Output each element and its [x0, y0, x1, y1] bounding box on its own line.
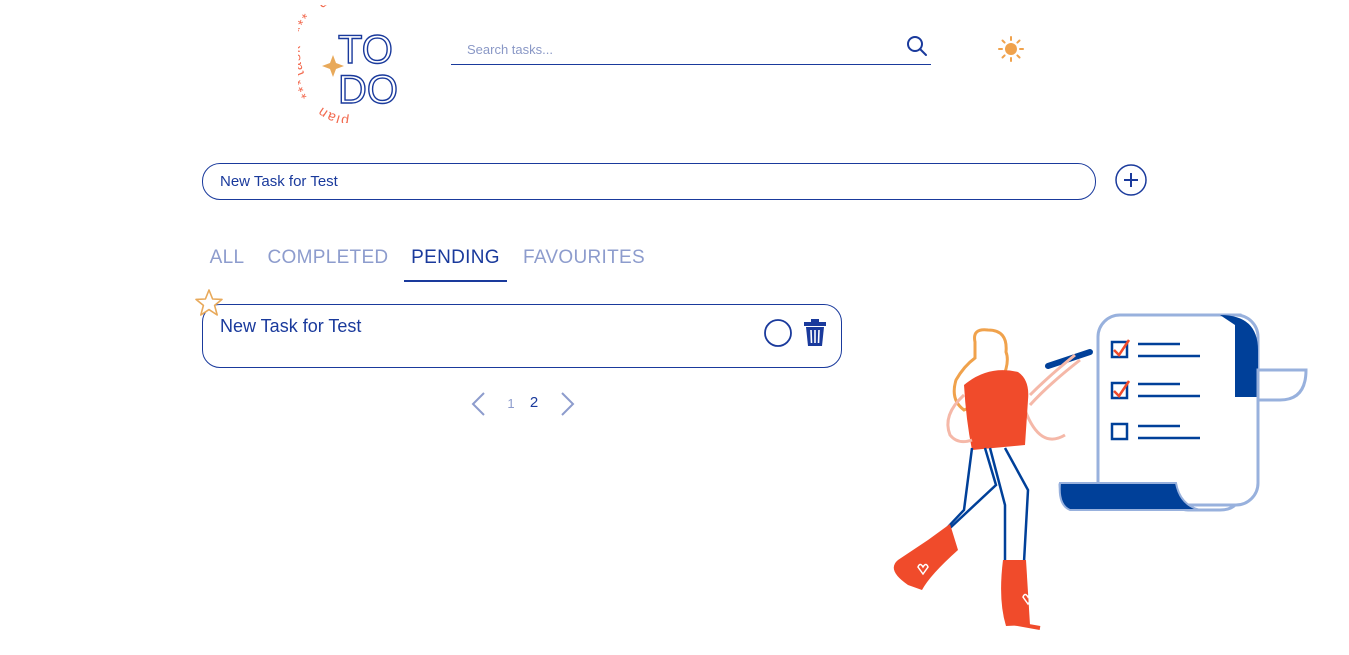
sun-icon[interactable] — [997, 35, 1025, 63]
trash-icon — [804, 319, 826, 346]
delete-task-button[interactable] — [802, 318, 828, 348]
tab-favourites[interactable]: FAVOURITES — [516, 246, 652, 280]
page-2-button[interactable]: 2 — [527, 394, 541, 411]
tab-completed[interactable]: COMPLETED — [262, 246, 394, 280]
tab-all[interactable]: ALL — [202, 246, 252, 280]
complete-task-button[interactable] — [763, 318, 793, 348]
logo-title-to: TO — [338, 28, 393, 72]
favourite-toggle[interactable] — [193, 288, 225, 318]
plus-circle-icon — [1115, 164, 1147, 196]
logo-title-do: DO — [338, 68, 398, 112]
search-bar — [451, 30, 931, 65]
prev-page-button[interactable] — [468, 390, 490, 418]
tab-pending[interactable]: PENDING — [404, 246, 507, 282]
circle-icon — [764, 319, 792, 347]
logo-ring-stars-1: *** — [298, 10, 315, 36]
chevron-right-icon — [561, 392, 575, 416]
task-card: New Task for Test — [202, 304, 842, 368]
task-title: New Task for Test — [220, 316, 362, 336]
new-task-input[interactable] — [202, 163, 1096, 200]
search-icon[interactable] — [905, 34, 929, 58]
logo-graphic: task *** done plan *** TO DO — [287, 0, 399, 130]
logo-ring-word-done: done — [315, 5, 355, 11]
logo-ring-stars-2: *** — [298, 76, 314, 101]
woman-with-checklist-illustration — [880, 300, 1310, 635]
chevron-left-icon — [471, 392, 485, 416]
logo-ring-word-task: task — [298, 44, 307, 79]
page-1-button[interactable]: 1 — [505, 396, 517, 411]
search-input[interactable] — [465, 38, 889, 60]
star-icon — [195, 289, 223, 316]
add-task-button[interactable] — [1114, 163, 1148, 197]
todo-logo: task *** done plan *** TO DO — [287, 0, 408, 130]
next-page-button[interactable] — [556, 390, 578, 418]
